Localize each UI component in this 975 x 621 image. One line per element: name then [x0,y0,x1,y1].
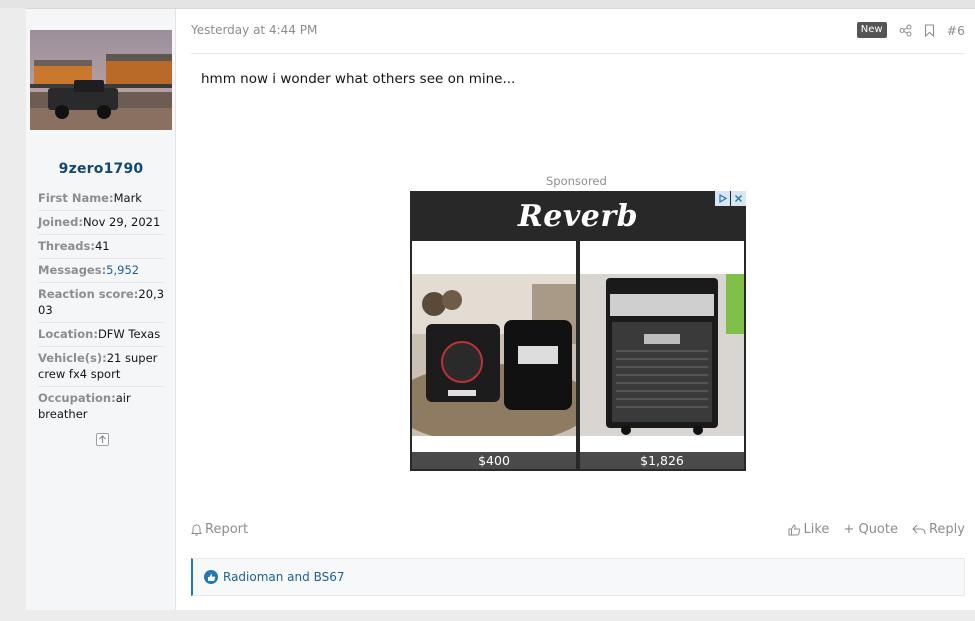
ad-brand-logo[interactable]: Reverb [410,191,746,241]
post-actions-left: Report [191,522,248,537]
thumbs-up-icon [788,523,800,535]
share-icon[interactable] [899,23,913,37]
stat-messages-link[interactable]: 5,952 [106,263,139,277]
adchoices-icon[interactable] [715,191,730,206]
stat-label: First Name: [38,191,114,205]
stat-joined: Joined:Nov 29, 2021 [38,211,164,235]
ad-item-image [412,274,576,436]
collapse-user-info-button[interactable] [96,433,109,446]
stat-label: Vehicle(s): [38,351,107,365]
page-top-bar [0,0,975,8]
stat-vehicles: Vehicle(s):21 super crew fx4 sport [38,347,164,387]
ad-item[interactable]: $1,826 [580,241,744,469]
like-label: Like [803,522,830,537]
sponsored-ad[interactable]: Reverb $400 $1,826 [410,191,746,471]
sponsored-label: Sponsored [546,174,607,188]
header-divider [191,53,965,54]
username[interactable]: 9zero1790 [26,161,176,177]
post-main: Yesterday at 4:44 PM New #6 hmm now i wo… [176,9,975,610]
ad-choices[interactable] [714,191,746,206]
forum-post: 9zero1790 First Name:Mark Joined:Nov 29,… [26,8,975,610]
new-badge: New [856,22,887,38]
stat-label: Reaction score: [38,287,139,301]
post-user-panel: 9zero1790 First Name:Mark Joined:Nov 29,… [26,9,176,610]
bell-icon [191,523,202,536]
reactions-bar[interactable]: Radioman and BS67 [191,558,965,596]
ad-item[interactable]: $400 [412,241,576,469]
quote-label: + Quote [843,522,898,537]
reply-button[interactable]: Reply [912,522,965,537]
stat-threads: Threads:41 [38,235,164,259]
post-timestamp[interactable]: Yesterday at 4:44 PM [191,23,317,37]
reply-label: Reply [928,522,965,537]
bookmark-icon[interactable] [923,23,937,37]
stat-value: Nov 29, 2021 [82,215,161,229]
quote-button[interactable]: + Quote [843,522,898,537]
report-label: Report [205,522,249,537]
stat-first-name: First Name:Mark [38,187,164,211]
reactions-users[interactable]: Radioman and BS67 [223,570,344,584]
stat-value: DFW Texas [97,327,161,341]
like-reaction-icon [204,570,218,584]
avatar[interactable] [30,30,172,130]
like-button[interactable]: Like [788,522,830,537]
stat-label: Threads: [38,239,95,253]
report-button[interactable]: Report [191,522,248,537]
stat-reaction-score: Reaction score:20,303 [38,283,164,323]
stat-location: Location:DFW Texas [38,323,164,347]
stat-messages: Messages:5,952 [38,259,164,283]
stat-label: Joined: [38,215,83,229]
user-stats: First Name:Mark Joined:Nov 29, 2021 Thre… [38,187,164,426]
post-tools: New #6 [856,22,965,38]
avatar-photo [30,30,172,130]
ad-item-price: $1,826 [580,452,744,469]
ad-item-image [580,274,744,436]
stat-label: Location: [38,327,98,341]
ad-item-price: $400 [412,452,576,469]
post-actions-right: Like + Quote Reply [774,522,965,537]
stat-label: Messages: [38,263,107,277]
stat-label: Occupation: [38,391,116,405]
arrow-up-icon [99,435,106,443]
reply-arrow-icon [912,524,926,535]
post-message: hmm now i wonder what others see on mine… [201,71,516,87]
close-icon[interactable] [731,191,746,206]
stat-value: 41 [94,239,110,253]
stat-occupation: Occupation:air breather [38,387,164,426]
post-number-link[interactable]: #6 [947,23,965,38]
stat-value: Mark [113,191,142,205]
